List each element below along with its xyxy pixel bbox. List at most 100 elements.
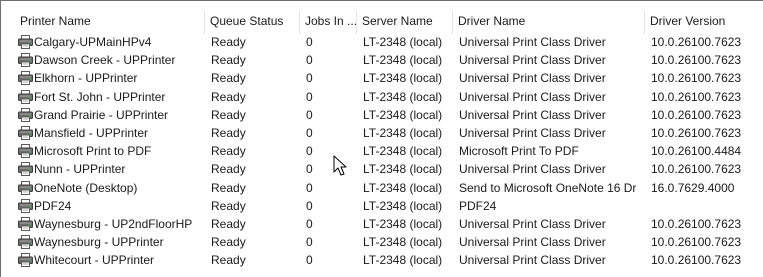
driver-name-cell: Universal Print Class Driver — [459, 217, 606, 231]
printer-icon — [18, 144, 33, 159]
server-name-cell: LT-2348 (local) — [363, 107, 443, 122]
column-header-row: Printer Name Queue Status Jobs In ... Se… — [1, 10, 763, 34]
printer-icon — [18, 126, 33, 140]
jobs-in-queue-cell: 0 — [306, 53, 313, 68]
printer-icon — [18, 162, 33, 177]
jobs-in-queue-cell: 0 — [306, 126, 313, 140]
driver-name-cell: Universal Print Class Driver — [459, 253, 606, 268]
queue-status-cell: Ready — [211, 253, 246, 268]
driver-version-cell: 10.0.26100.7623 — [651, 71, 742, 86]
driver-version-cell: 10.0.26100.7623 — [651, 217, 742, 231]
column-header-printer-name[interactable]: Printer Name — [1, 10, 205, 34]
queue-status-cell: Ready — [211, 35, 246, 49]
printer-row[interactable]: Waynesburg - UPPrinter Ready 0 LT-2348 (loc… — [1, 233, 763, 251]
queue-status-cell: Ready — [211, 126, 246, 140]
printer-name-cell: Grand Prairie - UPPrinter — [34, 107, 169, 122]
jobs-in-queue-cell: 0 — [306, 198, 313, 213]
printer-icon — [18, 253, 33, 268]
queue-status-cell: Ready — [211, 107, 246, 122]
printer-name-cell: Elkhorn - UPPrinter — [34, 71, 138, 86]
driver-version-cell — [651, 197, 763, 215]
printer-name-cell: Nunn - UPPrinter — [34, 162, 126, 177]
jobs-in-queue-cell: 0 — [306, 71, 313, 86]
printer-name-cell: Whitecourt - UPPrinter — [34, 253, 155, 268]
printer-row[interactable]: Mansfield - UPPrinter Ready 0 LT-2348 (loca… — [1, 124, 763, 142]
queue-status-cell: Ready — [211, 162, 246, 177]
server-name-cell: LT-2348 (local) — [363, 217, 443, 231]
printer-row[interactable]: Fort St. John - UPPrinter Ready 0 LT-2348 (… — [1, 88, 763, 106]
jobs-in-queue-cell: 0 — [306, 35, 313, 49]
driver-name-cell: Universal Print Class Driver — [459, 53, 606, 68]
server-name-cell: LT-2348 (local) — [363, 53, 443, 68]
driver-name-cell: Universal Print Class Driver — [459, 35, 606, 49]
printer-row[interactable]: Calgary-UPMainHPv4 Ready 0 LT-2348 (local) U… — [1, 33, 763, 51]
queue-status-cell: Ready — [211, 217, 246, 231]
driver-version-cell: 10.0.26100.7623 — [651, 235, 742, 250]
server-name-cell: LT-2348 (local) — [363, 71, 443, 86]
jobs-in-queue-cell: 0 — [306, 235, 313, 250]
printer-icon — [18, 107, 33, 122]
driver-version-cell: 10.0.26100.7623 — [651, 89, 742, 104]
jobs-in-queue-cell: 0 — [306, 217, 313, 231]
printer-name-cell: Fort St. John - UPPrinter — [34, 89, 166, 104]
printer-name-cell: OneNote (Desktop) — [34, 180, 138, 195]
mouse-cursor-icon — [333, 155, 347, 176]
printer-icon — [18, 217, 33, 231]
server-name-cell: LT-2348 (local) — [363, 198, 443, 213]
column-header-jobs-in[interactable]: Jobs In ... — [300, 10, 357, 34]
server-name-cell: LT-2348 (local) — [363, 235, 443, 250]
printer-name-cell: Microsoft Print to PDF — [34, 144, 152, 159]
printer-icon — [18, 180, 33, 195]
printer-row[interactable]: Nunn - UPPrinter Ready 0 LT-2348 (local) Uni… — [1, 160, 763, 178]
server-name-cell: LT-2348 (local) — [363, 89, 443, 104]
server-name-cell: LT-2348 (local) — [363, 253, 443, 268]
printer-row[interactable]: Waynesburg - UP2ndFloorHP Ready 0 LT-2348 (… — [1, 215, 763, 233]
printer-name-cell: Dawson Creek - UPPrinter — [34, 53, 176, 68]
driver-name-cell: Microsoft Print To PDF — [459, 144, 579, 159]
printer-row[interactable]: Dawson Creek - UPPrinter Ready 0 LT-2348 (l… — [1, 51, 763, 69]
printer-row[interactable]: PDF24 Ready 0 LT-2348 (local) PDF24 — [1, 197, 763, 215]
queue-status-cell: Ready — [211, 89, 246, 104]
printer-row[interactable]: OneNote (Desktop) Ready 0 LT-2348 (local) Se… — [1, 179, 763, 197]
column-header-queue-status[interactable]: Queue Status — [205, 10, 300, 34]
queue-status-cell: Ready — [211, 198, 246, 213]
driver-name-cell: Universal Print Class Driver — [459, 235, 606, 250]
queue-status-cell: Ready — [211, 53, 246, 68]
jobs-in-queue-cell: 0 — [306, 107, 313, 122]
printer-name-cell: Calgary-UPMainHPv4 — [34, 35, 152, 49]
driver-version-cell: 10.0.26100.7623 — [651, 253, 742, 268]
printer-name-cell: Mansfield - UPPrinter — [34, 126, 149, 140]
queue-status-cell: Ready — [211, 71, 246, 86]
jobs-in-queue-cell: 0 — [306, 253, 313, 268]
driver-version-cell: 10.0.26100.7623 — [651, 35, 742, 49]
printer-list-view: Printer Name Queue Status Jobs In ... Se… — [0, 0, 763, 277]
printer-row[interactable]: Whitecourt - UPPrinter Ready 0 LT-2348 (loc… — [1, 251, 763, 269]
queue-status-cell: Ready — [211, 180, 246, 195]
driver-name-cell: PDF24 — [459, 198, 497, 213]
server-name-cell: LT-2348 (local) — [363, 35, 443, 49]
driver-version-cell: 10.0.26100.7623 — [651, 126, 742, 140]
driver-version-cell: 10.0.26100.4484 — [651, 144, 742, 159]
queue-status-cell: Ready — [211, 144, 246, 159]
column-header-driver-name[interactable]: Driver Name — [453, 10, 645, 34]
column-header-server-name[interactable]: Server Name — [357, 10, 453, 34]
server-name-cell: LT-2348 (local) — [363, 126, 443, 140]
printer-name-cell: Waynesburg - UPPrinter — [34, 235, 164, 250]
printer-icon — [18, 198, 33, 213]
printer-row[interactable]: Microsoft Print to PDF Ready 0 LT-2348 (loc… — [1, 142, 763, 160]
driver-name-cell: Universal Print Class Driver — [459, 107, 606, 122]
printer-icon — [18, 71, 33, 86]
printer-icon — [18, 235, 33, 250]
server-name-cell: LT-2348 (local) — [363, 162, 443, 177]
driver-name-cell: Universal Print Class Driver — [459, 89, 606, 104]
queue-status-cell: Ready — [211, 235, 246, 250]
printer-row[interactable]: Grand Prairie - UPPrinter Ready 0 LT-2348 (… — [1, 106, 763, 124]
driver-version-cell: 10.0.26100.7623 — [651, 53, 742, 68]
printer-row[interactable]: Elkhorn - UPPrinter Ready 0 LT-2348 (local)… — [1, 69, 763, 87]
printer-name-cell: PDF24 — [34, 198, 72, 213]
driver-name-cell: Send to Microsoft OneNote 16 Dri... — [459, 180, 637, 195]
column-header-driver-version[interactable]: Driver Version — [645, 10, 763, 34]
jobs-in-queue-cell: 0 — [306, 89, 313, 104]
driver-name-cell: Universal Print Class Driver — [459, 71, 606, 86]
printer-name-cell: Waynesburg - UP2ndFloorHP — [34, 217, 193, 231]
